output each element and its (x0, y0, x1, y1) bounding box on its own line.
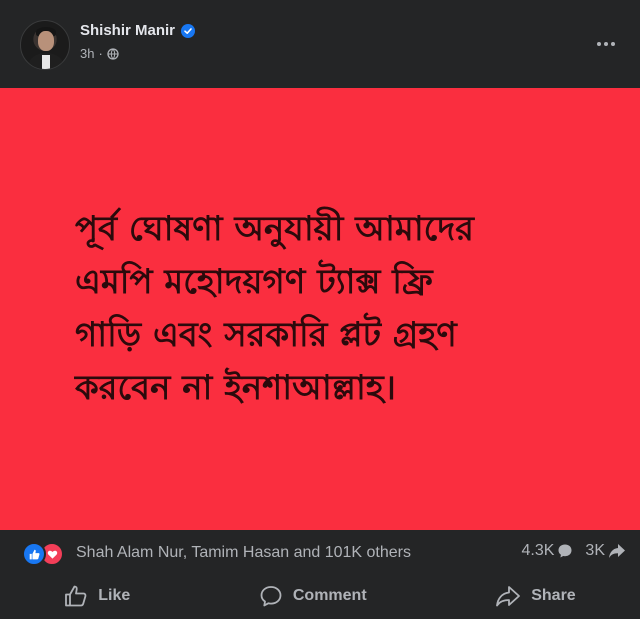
share-label: Share (531, 587, 576, 604)
reactions-bar: Shah Alam Nur, Tamim Hasan and 101K othe… (0, 530, 640, 574)
post-header: Shishir Manir 3h · (0, 0, 640, 88)
comment-count-icon (558, 544, 572, 558)
comments-count-value: 4.3K (521, 542, 555, 559)
share-count-icon (609, 544, 625, 558)
facebook-post: Shishir Manir 3h · পূর্ব ঘোষণা অনুযায়ী … (0, 0, 640, 619)
author-name[interactable]: Shishir Manir (80, 22, 175, 39)
like-icon (65, 585, 87, 607)
engagement-counts: 4.3K 3K (522, 542, 627, 560)
comment-button[interactable]: Comment (247, 581, 379, 611)
share-button[interactable]: Share (483, 581, 587, 611)
like-reaction-icon (22, 542, 46, 566)
post-text-background[interactable]: পূর্ব ঘোষণা অনুযায়ী আমাদের এমপি মহোদয়গ… (0, 88, 640, 530)
like-label: Like (98, 587, 131, 604)
shares-count-value: 3K (585, 542, 605, 559)
verified-badge-icon (181, 23, 196, 38)
comment-label: Comment (292, 587, 367, 604)
post-text: পূর্ব ঘোষণা অনুযায়ী আমাদের এমপি মহোদয়গ… (75, 209, 474, 408)
author-avatar[interactable] (20, 20, 70, 70)
author-row: Shishir Manir (80, 22, 196, 39)
share-icon (496, 586, 521, 607)
post-meta: 3h · (80, 46, 119, 61)
globe-icon[interactable] (107, 47, 119, 60)
reaction-icons[interactable] (22, 542, 64, 566)
like-button[interactable]: Like (52, 581, 142, 611)
reactors-summary[interactable]: Shah Alam Nur, Tamim Hasan and 101K othe… (76, 544, 411, 562)
more-options-icon[interactable] (592, 30, 620, 58)
comments-count[interactable]: 4.3K (522, 542, 574, 560)
shares-count[interactable]: 3K (585, 542, 626, 560)
post-actions: Like Comment Share (0, 576, 640, 616)
post-time[interactable]: 3h (80, 46, 94, 61)
comment-icon (260, 586, 282, 607)
